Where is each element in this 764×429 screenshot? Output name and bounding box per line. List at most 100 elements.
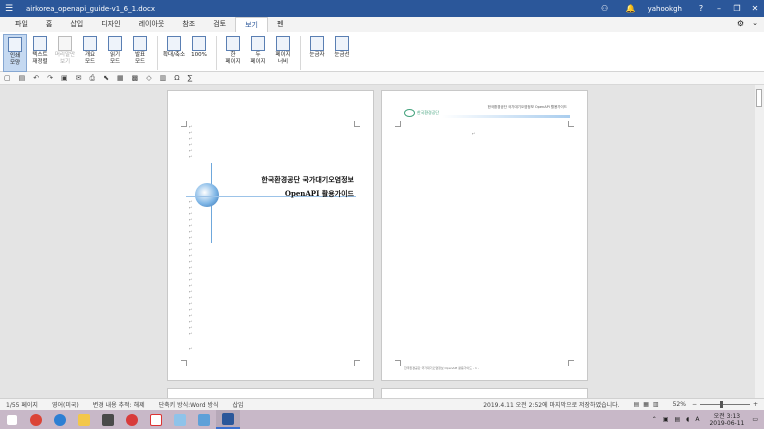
help-button[interactable]: ? (692, 4, 710, 13)
tab-2[interactable]: 삽입 (61, 17, 92, 32)
page-3[interactable] (167, 388, 374, 398)
network-icon[interactable]: ▤ (675, 416, 681, 423)
ribbon-button-10[interactable]: 페이지 너비 (271, 34, 295, 72)
chart-icon[interactable]: ▥ (160, 74, 167, 82)
ime-icon[interactable]: A (695, 416, 699, 423)
page-2[interactable]: 한국환경공단 한국환경공단 국가대기오염정보 OpenAPI 활용가이드 ↵ 한… (381, 90, 588, 381)
people-icon[interactable]: ⚇ (592, 4, 618, 13)
margin-marker (181, 360, 187, 366)
restore-button[interactable]: ❐ (728, 4, 746, 13)
open-icon[interactable]: ▤ (19, 74, 26, 82)
quick-access-toolbar: ▢ ▤ ↶ ↷ ▣ ✉ ⎙ ⬉ ▦ ▩ ◇ ▥ Ω ∑ (0, 72, 764, 85)
ribbon-button-8[interactable]: 한 페이지 (221, 34, 245, 72)
save-icon[interactable]: ▣ (61, 74, 68, 82)
file-explorer-icon[interactable] (72, 410, 96, 429)
tab-7[interactable]: 보기 (235, 17, 268, 32)
cursor-icon[interactable]: ⬉ (103, 74, 109, 82)
app-icon-1[interactable] (96, 410, 120, 429)
ribbon-button-3[interactable]: 개요 모드 (78, 34, 102, 72)
table-icon[interactable]: ▦ (117, 74, 124, 82)
ribbon-button-6[interactable]: 확대/축소 (162, 34, 186, 72)
tab-3[interactable]: 디자인 (92, 17, 129, 32)
zoom-in-icon[interactable]: + (753, 401, 758, 408)
ribbon-button-0[interactable]: 인쇄 모양 (3, 34, 27, 72)
logo-globe (195, 183, 219, 207)
paragraph-mark: ↵ (189, 223, 193, 228)
gear-icon[interactable]: ⚙ (737, 19, 744, 28)
paragraph-mark: ↵ (189, 235, 193, 240)
chevron-up-icon[interactable]: ⌃ (652, 416, 657, 423)
view-read-icon[interactable]: ▥ (653, 401, 659, 408)
hancom-word-taskbar-icon[interactable] (216, 410, 240, 429)
ribbon-button-label: 텍스트 재정렬 (32, 52, 48, 65)
tab-4[interactable]: 레이아웃 (130, 17, 174, 32)
ribbon-button-11[interactable]: 눈금자 (305, 34, 329, 72)
shape-icon[interactable]: ◇ (146, 74, 151, 82)
ribbon-button-icon (335, 36, 349, 51)
notification-icon[interactable]: ▭ (752, 416, 758, 423)
print-icon[interactable]: ⎙ (90, 74, 96, 83)
logo-icon (404, 109, 415, 117)
ribbon-button-label: 인쇄 모양 (9, 53, 21, 66)
clock-date: 2019-06-11 (709, 419, 745, 427)
app-icon-4[interactable] (168, 410, 192, 429)
chevron-down-icon[interactable]: ⌄ (752, 19, 758, 27)
zoom-out-icon[interactable]: − (692, 401, 697, 408)
ribbon-button-12[interactable]: 눈금선 (330, 34, 354, 72)
ribbon-button-icon (167, 36, 181, 51)
tab-6[interactable]: 검토 (204, 17, 235, 32)
scroll-thumb[interactable] (756, 89, 762, 107)
user-name[interactable]: yahookgh (648, 5, 682, 13)
tray-app-icon[interactable]: ▣ (663, 416, 669, 423)
status-shortcut[interactable]: 단축키 방식:Word 방식 (159, 400, 219, 409)
close-button[interactable]: ✕ (746, 4, 764, 13)
windows-start-icon[interactable] (0, 410, 24, 429)
undo-icon[interactable]: ↶ (33, 74, 39, 82)
tab-5[interactable]: 참조 (173, 17, 204, 32)
ribbon-button-4[interactable]: 읽기 모드 (103, 34, 127, 72)
mail-icon[interactable]: ✉ (76, 74, 82, 82)
minimize-button[interactable]: – (710, 4, 728, 13)
status-track-changes[interactable]: 변경 내용 추적: 해제 (93, 400, 145, 409)
document-canvas[interactable]: 한국환경공단 국가대기오염정보 OpenAPI 활용가이드 ↵ ↵ ↵ ↵ ↵ ↵ ↵ ↵ ↵ ↵… (0, 85, 764, 398)
taskbar: ⌃ ▣ ▤ ◖ A 오전 3:13 2019-06-11 ▭ (0, 410, 764, 429)
redo-icon[interactable]: ↷ (47, 74, 53, 82)
ribbon-button-7[interactable]: 100% (187, 34, 211, 72)
equation-icon[interactable]: ∑ (188, 74, 193, 82)
status-language[interactable]: 영어(미국) (52, 400, 79, 409)
view-web-icon[interactable]: ▦ (643, 401, 649, 408)
tab-8[interactable]: 펜 (268, 17, 292, 32)
chrome-icon[interactable] (24, 410, 48, 429)
page-cover[interactable]: 한국환경공단 국가대기오염정보 OpenAPI 활용가이드 ↵ ↵ ↵ ↵ ↵ ↵ ↵ ↵ ↵ ↵… (167, 90, 374, 381)
vertical-scrollbar[interactable] (755, 85, 764, 398)
margin-marker (568, 360, 574, 366)
zoom-slider[interactable] (699, 401, 750, 408)
omega-icon[interactable]: Ω (174, 74, 179, 82)
view-print-icon[interactable]: ▤ (634, 401, 640, 408)
tab-0[interactable]: 파일 (6, 17, 37, 32)
zoom-level[interactable]: 52% (673, 401, 686, 408)
app-icon-2[interactable] (120, 410, 144, 429)
new-icon[interactable]: ▢ (4, 74, 11, 82)
hamburger-icon[interactable]: ☰ (0, 0, 18, 17)
ribbon-button-label: 머리말만 보기 (54, 52, 76, 65)
image-icon[interactable]: ▩ (132, 74, 139, 82)
ribbon-button-9[interactable]: 두 페이지 (246, 34, 270, 72)
page-4[interactable] (381, 388, 588, 398)
volume-icon[interactable]: ◖ (686, 416, 689, 423)
paragraph-mark: ↵ (189, 289, 193, 294)
zoom-slider-thumb[interactable] (719, 401, 723, 408)
bell-icon[interactable]: 🔔 (618, 4, 644, 13)
ribbon-button-icon (226, 36, 240, 51)
tab-1[interactable]: 홈 (37, 17, 61, 32)
app-icon-3[interactable] (144, 410, 168, 429)
ribbon-button-1[interactable]: 텍스트 재정렬 (28, 34, 52, 72)
ribbon-separator (216, 36, 217, 70)
ribbon-button-5[interactable]: 발표 모드 (128, 34, 152, 72)
edge-icon[interactable] (48, 410, 72, 429)
status-page[interactable]: 1/55 페이지 (6, 400, 38, 409)
ribbon-button-2[interactable]: 머리말만 보기 (53, 34, 77, 72)
app-icon-5[interactable] (192, 410, 216, 429)
status-insert-mode[interactable]: 삽입 (233, 400, 244, 409)
clock[interactable]: 오전 3:13 2019-06-11 (709, 413, 744, 427)
